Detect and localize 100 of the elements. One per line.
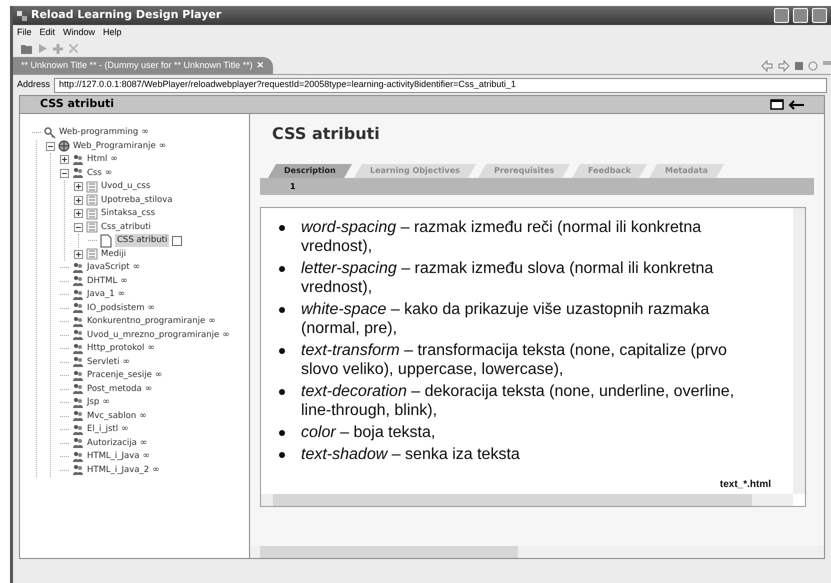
tree-item[interactable]: Uvod_u_css: [101, 180, 150, 194]
menu-item[interactable]: Edit: [40, 26, 56, 40]
maximize-button[interactable]: [793, 8, 808, 23]
tree-item[interactable]: JavaScript: [87, 261, 130, 274]
infinity-mark: ∞: [144, 382, 152, 396]
tree-item[interactable]: Java_1: [87, 288, 115, 302]
maximize-icon[interactable]: [770, 99, 784, 110]
expand-toggle[interactable]: [74, 250, 83, 259]
infinity-mark: ∞: [158, 140, 166, 152]
menu-item[interactable]: Help: [103, 26, 122, 40]
tree-item[interactable]: Pracenje_sesije: [87, 369, 152, 382]
infinity-mark: ∞: [132, 261, 140, 274]
tree-item[interactable]: Post_metoda: [87, 382, 142, 396]
menu-item[interactable]: File: [17, 26, 32, 40]
people-icon: [72, 154, 84, 166]
people-icon: [72, 329, 84, 342]
people-icon: [72, 356, 84, 368]
infinity-mark: ∞: [147, 342, 155, 355]
clipped-text: text_*.html: [720, 478, 771, 492]
address-field[interactable]: http://127.0.0.1:8087/WebPlayer/reloadwebplayer?requestId=20058type=learning-activity8identifier=Css_atributi_1: [54, 78, 827, 92]
navigation-icons-drawing[interactable]: [761, 60, 831, 72]
expand-toggle[interactable]: [74, 209, 83, 218]
bullet-icon: [279, 452, 285, 458]
plus-icon: [76, 252, 81, 257]
minus-icon: [62, 170, 67, 176]
tree-item[interactable]: Upotreba_stilova: [101, 194, 172, 207]
expand-toggle[interactable]: [60, 155, 69, 164]
bullet-icon: [279, 307, 285, 313]
tree-item[interactable]: DHTML: [87, 274, 118, 288]
plus-icon: [76, 198, 81, 203]
infinity-mark: ∞: [140, 436, 148, 450]
infinity-mark: ∞: [152, 464, 160, 476]
folder-icon[interactable]: [21, 44, 33, 54]
people-icon: [72, 396, 84, 409]
tree-item[interactable]: HTML_i_Java: [87, 450, 140, 464]
infinity-mark: ∞: [118, 288, 126, 301]
tree-item[interactable]: Html: [87, 153, 108, 166]
infinity-mark: ∞: [102, 396, 110, 409]
collapse-toggle[interactable]: [46, 142, 55, 151]
tree-item[interactable]: El_i_jstl: [87, 423, 118, 436]
panel-title: CSS atributi: [40, 96, 114, 112]
section-icon: [86, 208, 98, 220]
infinity-mark: ∞: [104, 166, 112, 180]
vertical-scrollbar[interactable]: [793, 208, 805, 494]
section-icon: [86, 248, 98, 260]
infinity-mark: ∞: [121, 423, 129, 436]
globe-icon: [58, 140, 70, 152]
people-icon: [72, 302, 84, 314]
people-icon: [72, 370, 84, 382]
plus-icon: [76, 184, 81, 190]
collapse-toggle[interactable]: [74, 222, 83, 232]
section-icon: [86, 221, 98, 234]
tree-item[interactable]: Mediji: [101, 248, 126, 261]
tree-item[interactable]: HTML_i_Java_2: [87, 464, 150, 477]
tree-item[interactable]: Css: [87, 166, 102, 180]
bullet-text: color – boja teksta,: [301, 423, 436, 442]
arrow-left-icon[interactable]: [788, 100, 804, 110]
tree-item[interactable]: Autorizacija: [87, 436, 137, 450]
content-tab[interactable]: Description: [268, 164, 353, 178]
minimize-button[interactable]: [774, 8, 789, 23]
tree-item[interactable]: Css_atributi: [101, 220, 151, 234]
people-icon: [72, 464, 84, 476]
tree-item[interactable]: Jsp: [87, 396, 100, 410]
infinity-mark: ∞: [120, 274, 128, 288]
bullet-text: text-shadow – senka iza teksta: [301, 445, 520, 464]
minus-icon: [48, 144, 53, 149]
page-icon: [100, 234, 112, 248]
tree-item[interactable]: IO_podsistem: [87, 302, 144, 315]
address-label: Address: [17, 78, 50, 92]
bullet-icon: [279, 389, 285, 395]
menu-item[interactable]: Window: [63, 26, 96, 40]
tree-item[interactable]: Web-programming: [59, 126, 138, 140]
section-icon: [86, 180, 98, 193]
expand-toggle[interactable]: [74, 196, 83, 205]
people-icon: [72, 437, 84, 450]
tree-item[interactable]: Web_Programiranje: [73, 140, 156, 153]
bullet-icon: [279, 225, 285, 231]
people-icon: [72, 383, 84, 396]
collapse-toggle[interactable]: [60, 168, 69, 178]
tree-item[interactable]: Konkurentno_programiranje: [87, 315, 206, 328]
tree-item[interactable]: Sintaksa_css: [101, 207, 156, 220]
plus-icon: [62, 157, 67, 162]
tree-item[interactable]: Servleti: [87, 356, 120, 369]
infinity-mark: ∞: [148, 302, 155, 314]
infinity-mark: ∞: [141, 126, 149, 139]
tree-item[interactable]: CSS atributi: [115, 234, 170, 248]
plus-icon: [76, 211, 81, 216]
tree-item[interactable]: Uvod_u_mrezno_programiranje: [87, 328, 220, 342]
tree-item[interactable]: Http_protokol: [87, 342, 144, 356]
infinity-mark: ∞: [208, 315, 216, 328]
people-icon: [72, 316, 84, 328]
tree-item[interactable]: Mvc_sablon: [87, 410, 136, 423]
key-icon: [44, 126, 56, 139]
minus-icon: [76, 224, 81, 230]
close-button[interactable]: [812, 8, 827, 23]
people-icon: [72, 410, 84, 422]
expand-toggle[interactable]: [74, 182, 83, 192]
checkbox[interactable]: [172, 236, 182, 246]
page-number: 1: [290, 180, 296, 192]
infinity-mark: ∞: [142, 450, 150, 463]
